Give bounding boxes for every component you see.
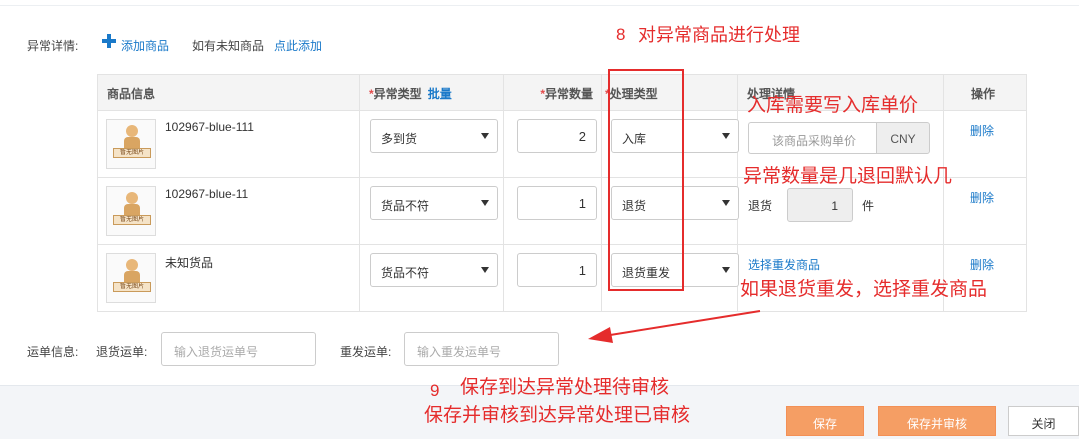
annotation-arrow — [588, 310, 761, 343]
exception-form: 异常详情: 添加商品 如有未知商品 点此添加 商品信息 *异常类型 批量 *异常数… — [0, 0, 1079, 439]
